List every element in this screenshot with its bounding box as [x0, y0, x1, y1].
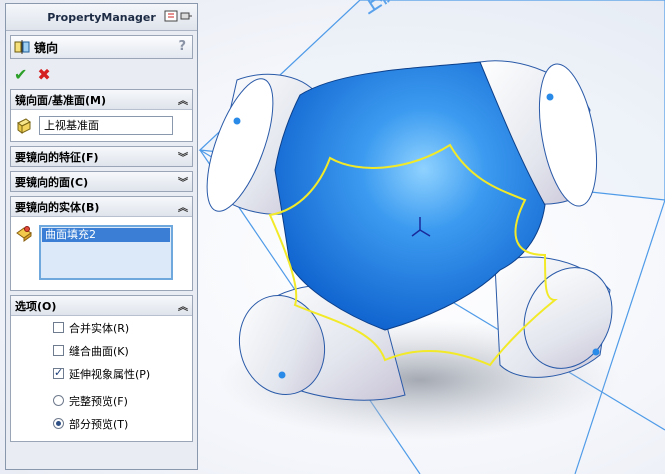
group-faces-header[interactable]: 要镜向的面(C) ︾ [11, 172, 192, 191]
group-options-header[interactable]: 选项(O) ︽ [11, 296, 192, 315]
mirror-face-selection-field[interactable]: 上视基准面 [39, 116, 173, 135]
propagate-visual-option[interactable]: 延伸视象属性(P) [11, 362, 192, 385]
chevron-down-icon[interactable]: ︾ [178, 149, 188, 164]
full-preview-option[interactable]: 完整预览(F) [11, 389, 192, 412]
body-select-icon [16, 226, 32, 242]
chevron-down-icon[interactable]: ︾ [178, 174, 188, 189]
group-faces-label: 要镜向的面(C) [15, 175, 89, 189]
knit-surfaces-checkbox[interactable] [53, 345, 64, 356]
group-options: 选项(O) ︽ 合并实体(R) 缝合曲面(K) 延伸视象属性(P) 完整预览(F… [10, 295, 193, 442]
chevron-up-icon[interactable]: ︽ [178, 199, 188, 214]
group-faces: 要镜向的面(C) ︾ [10, 171, 193, 192]
handle-point-left[interactable] [233, 117, 241, 125]
group-mirror-face: 镜向面/基准面(M) ︽ 上视基准面 [10, 89, 193, 142]
propagate-visual-label: 延伸视象属性(P) [69, 367, 151, 381]
plane-select-icon [17, 117, 31, 134]
merge-solids-label: 合并实体(R) [69, 321, 130, 335]
group-mirror-face-label: 镜向面/基准面(M) [15, 93, 107, 107]
group-bodies-header[interactable]: 要镜向的实体(B) ︽ [11, 197, 192, 216]
feature-title-bar: 镜向 ? [10, 35, 193, 59]
group-bodies-label: 要镜向的实体(B) [15, 200, 100, 214]
handle-point-bottom-left[interactable] [278, 371, 286, 379]
help-icon[interactable]: ? [178, 39, 186, 54]
merge-solids-checkbox[interactable] [53, 322, 64, 333]
partial-preview-label: 部分预览(T) [69, 417, 129, 431]
full-preview-radio[interactable] [53, 395, 64, 406]
property-manager-panel: PropertyManager 镜向 ? ✔ ✖ 镜向面/基准面(M) ︽ 上视… [5, 3, 198, 470]
chevron-up-icon[interactable]: ︽ [178, 298, 188, 313]
partial-preview-radio[interactable] [53, 418, 64, 429]
group-features-header[interactable]: 要镜向的特征(F) ︾ [11, 147, 192, 166]
group-options-label: 选项(O) [15, 299, 57, 313]
merge-solids-option[interactable]: 合并实体(R) [11, 316, 192, 339]
cancel-button[interactable]: ✖ [37, 65, 50, 84]
knit-surfaces-option[interactable]: 缝合曲面(K) [11, 339, 192, 362]
ok-button[interactable]: ✔ [14, 65, 27, 84]
property-manager-header: PropertyManager [6, 4, 197, 31]
feature-title: 镜向 [34, 40, 59, 55]
partial-preview-option[interactable]: 部分预览(T) [11, 412, 192, 435]
bodies-list[interactable]: 曲面填充2 [39, 225, 173, 280]
mirror-feature-icon [14, 40, 30, 54]
handle-point-bottom-right[interactable] [592, 348, 600, 356]
handle-point-right[interactable] [546, 93, 554, 101]
group-features-label: 要镜向的特征(F) [15, 150, 99, 164]
group-features: 要镜向的特征(F) ︾ [10, 146, 193, 167]
ok-cancel-row: ✔ ✖ [6, 63, 197, 85]
pin-icon[interactable] [163, 10, 193, 22]
chevron-up-icon[interactable]: ︽ [178, 92, 188, 107]
full-preview-label: 完整预览(F) [69, 394, 128, 408]
group-bodies: 要镜向的实体(B) ︽ 曲面填充2 [10, 196, 193, 291]
knit-surfaces-label: 缝合曲面(K) [69, 344, 129, 358]
group-mirror-face-header[interactable]: 镜向面/基准面(M) ︽ [11, 90, 192, 109]
propagate-visual-checkbox[interactable] [53, 366, 64, 379]
list-item[interactable]: 曲面填充2 [42, 228, 170, 242]
